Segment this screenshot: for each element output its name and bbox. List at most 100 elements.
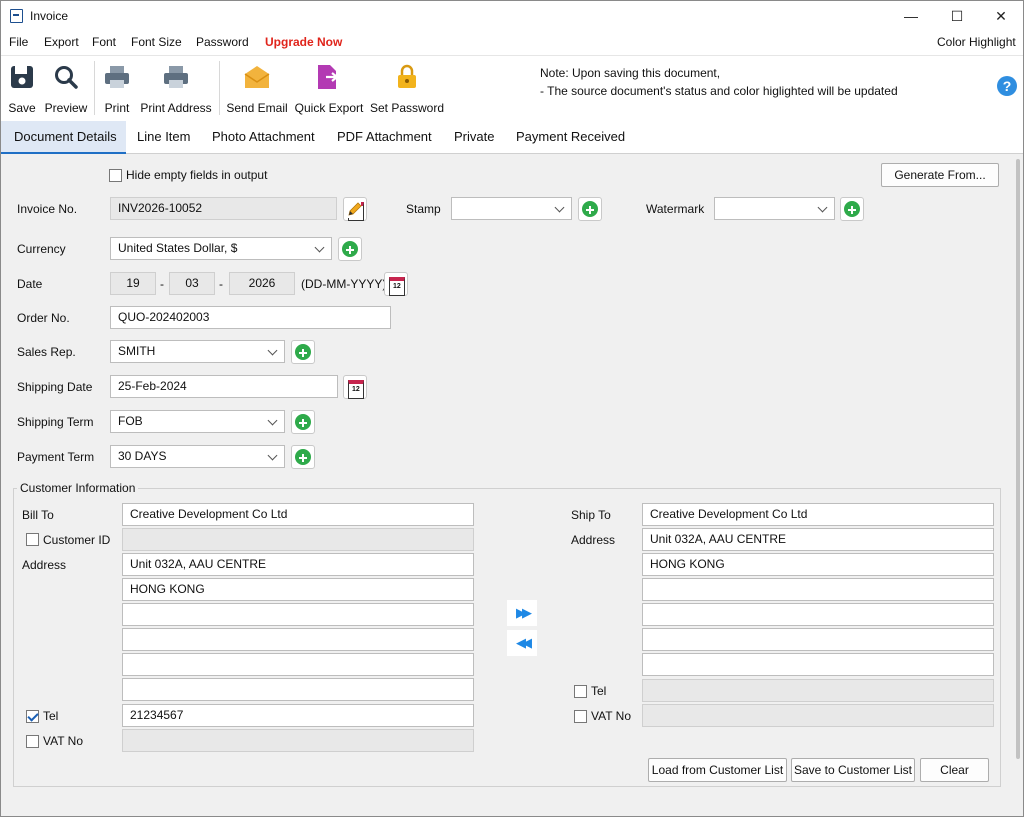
date-day-field[interactable]: 19	[110, 272, 156, 295]
preview-button[interactable]: Preview	[43, 59, 89, 117]
tab-payment-received[interactable]: Payment Received	[516, 129, 625, 144]
scrollbar-thumb[interactable]	[1016, 159, 1020, 759]
shipping-term-label: Shipping Term	[17, 415, 94, 429]
add-currency-button[interactable]	[338, 237, 362, 261]
set-password-label: Set Password	[369, 101, 445, 115]
ship-vat-field[interactable]	[642, 704, 994, 727]
watermark-select[interactable]	[714, 197, 835, 220]
stamp-select[interactable]	[451, 197, 572, 220]
vertical-scrollbar[interactable]	[1013, 154, 1023, 764]
ship-address-line-3[interactable]	[642, 578, 994, 601]
ship-vat-checkbox[interactable]	[574, 710, 587, 723]
close-button[interactable]: ✕	[978, 1, 1023, 31]
date-year-field[interactable]: 2026	[229, 272, 295, 295]
tab-pdf-attachment[interactable]: PDF Attachment	[337, 129, 432, 144]
menu-export[interactable]: Export	[44, 35, 79, 49]
save-to-customer-list-button[interactable]: Save to Customer List	[791, 758, 915, 782]
bill-address-line-4[interactable]	[122, 628, 474, 651]
ship-tel-checkbox[interactable]	[574, 685, 587, 698]
note-line-2: - The source document's status and color…	[540, 84, 898, 98]
add-sales-rep-button[interactable]	[291, 340, 315, 364]
payment-term-select[interactable]: 30 DAYS	[110, 445, 285, 468]
ship-address-line-1[interactable]: Unit 032A, AAU CENTRE	[642, 528, 994, 551]
quick-export-button[interactable]: Quick Export	[294, 59, 364, 117]
currency-label: Currency	[17, 242, 66, 256]
add-shipping-term-button[interactable]	[291, 410, 315, 434]
bill-address-line-5[interactable]	[122, 653, 474, 676]
set-password-button[interactable]: Set Password	[368, 59, 446, 117]
maximize-button[interactable]: ☐	[934, 1, 980, 31]
shipping-date-calendar-button[interactable]: 12	[343, 375, 367, 399]
menu-font-size[interactable]: Font Size	[131, 35, 182, 49]
tab-photo-attachment[interactable]: Photo Attachment	[212, 129, 315, 144]
send-email-button[interactable]: Send Email	[225, 59, 289, 117]
menu-file[interactable]: File	[9, 35, 28, 49]
customer-id-checkbox[interactable]	[26, 533, 39, 546]
copy-to-bill-button[interactable]: ◀◀	[507, 630, 537, 656]
vat-checkbox[interactable]	[26, 735, 39, 748]
print-button[interactable]: Print	[101, 59, 133, 117]
print-address-label: Print Address	[140, 101, 212, 115]
bill-address-line-3[interactable]	[122, 603, 474, 626]
ship-address-line-4[interactable]	[642, 603, 994, 626]
calendar-icon: 12	[352, 386, 360, 393]
invoice-no-field[interactable]: INV2026-10052	[110, 197, 337, 220]
bill-address-line-1[interactable]: Unit 032A, AAU CENTRE	[122, 553, 474, 576]
add-watermark-button[interactable]	[840, 197, 864, 221]
help-icon[interactable]: ?	[997, 76, 1017, 96]
save-icon	[11, 66, 33, 88]
ship-address-line-6[interactable]	[642, 653, 994, 676]
currency-select[interactable]: United States Dollar, $	[110, 237, 332, 260]
customer-id-label: Customer ID	[43, 533, 111, 547]
date-month-field[interactable]: 03	[169, 272, 215, 295]
menu-color-highlight[interactable]: Color Highlight	[937, 35, 1016, 49]
tel-field[interactable]: 21234567	[122, 704, 474, 727]
tab-line-item[interactable]: Line Item	[137, 129, 190, 144]
date-separator: -	[219, 277, 223, 291]
copy-to-ship-button[interactable]: ▶▶	[507, 600, 537, 626]
tel-checkbox[interactable]	[26, 710, 39, 723]
menu-font[interactable]: Font	[92, 35, 116, 49]
vat-label: VAT No	[43, 734, 84, 748]
bill-to-field[interactable]: Creative Development Co Ltd	[122, 503, 474, 526]
add-payment-term-button[interactable]	[291, 445, 315, 469]
bill-address-line-2[interactable]: HONG KONG	[122, 578, 474, 601]
pencil-icon	[346, 200, 362, 218]
menu-upgrade-now[interactable]: Upgrade Now	[265, 35, 342, 49]
add-stamp-button[interactable]	[578, 197, 602, 221]
ship-address-line-5[interactable]	[642, 628, 994, 651]
load-from-customer-list-button[interactable]: Load from Customer List	[648, 758, 787, 782]
payment-term-label: Payment Term	[17, 450, 95, 464]
tab-document-details[interactable]: Document Details	[14, 129, 117, 144]
order-no-label: Order No.	[17, 311, 70, 325]
save-button[interactable]: Save	[3, 59, 41, 117]
note-line-1: Note: Upon saving this document,	[540, 66, 721, 80]
sales-rep-select[interactable]: SMITH	[110, 340, 285, 363]
calendar-icon: 12	[393, 283, 401, 290]
generate-from-button[interactable]: Generate From...	[881, 163, 999, 187]
ship-to-field[interactable]: Creative Development Co Ltd	[642, 503, 994, 526]
window-title: Invoice	[30, 9, 69, 23]
tab-private[interactable]: Private	[454, 129, 494, 144]
menu-password[interactable]: Password	[196, 35, 249, 49]
ship-tel-field[interactable]	[642, 679, 994, 702]
hide-empty-checkbox[interactable]	[109, 169, 122, 182]
title-bar: Invoice — ☐ ✕	[1, 1, 1023, 31]
shipping-term-select[interactable]: FOB	[110, 410, 285, 433]
shipping-date-field[interactable]: 25-Feb-2024	[110, 375, 338, 398]
customer-id-field[interactable]	[122, 528, 474, 551]
watermark-label: Watermark	[646, 202, 705, 216]
minimize-button[interactable]: —	[888, 1, 934, 31]
bill-address-line-6[interactable]	[122, 678, 474, 701]
shipping-date-label: Shipping Date	[17, 380, 93, 394]
send-email-label: Send Email	[226, 101, 288, 115]
date-calendar-button[interactable]: 12	[384, 272, 408, 296]
clear-button[interactable]: Clear	[920, 758, 989, 782]
order-no-field[interactable]: QUO-202402003	[110, 306, 391, 329]
hide-empty-label: Hide empty fields in output	[126, 168, 268, 182]
bill-to-label: Bill To	[22, 508, 54, 522]
vat-field[interactable]	[122, 729, 474, 752]
quick-export-label: Quick Export	[294, 101, 364, 115]
ship-address-line-2[interactable]: HONG KONG	[642, 553, 994, 576]
print-address-button[interactable]: Print Address	[138, 59, 214, 117]
